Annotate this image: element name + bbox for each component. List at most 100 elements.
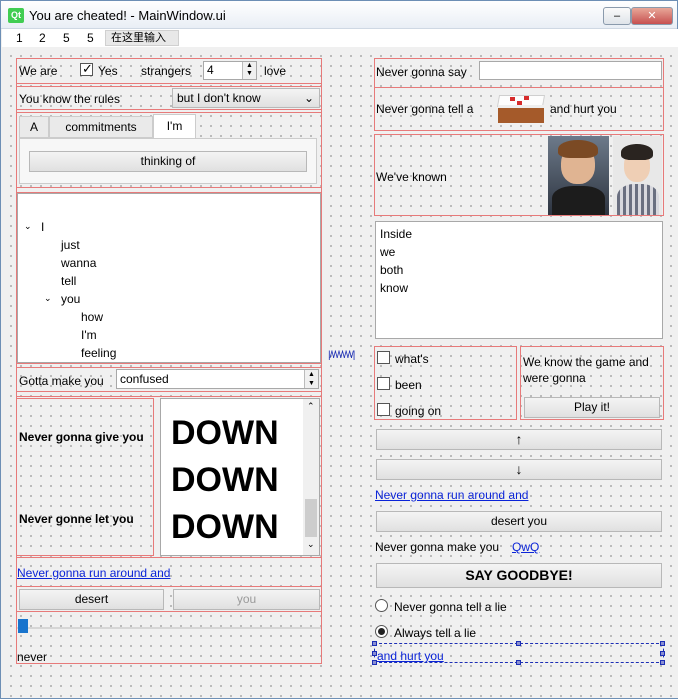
- we-are-label: We are: [19, 64, 58, 78]
- title-bar[interactable]: Qt You are cheated! - MainWindow.ui – ✕: [1, 1, 677, 29]
- going-on-label: going on: [395, 404, 442, 418]
- resize-handle[interactable]: [516, 660, 521, 665]
- menu-item-4[interactable]: 5: [87, 30, 94, 46]
- close-button[interactable]: ✕: [631, 7, 673, 25]
- say-label: Never gonna say: [376, 65, 467, 79]
- qt-logo-icon: Qt: [8, 8, 24, 23]
- tree-item[interactable]: just: [61, 238, 80, 252]
- resize-handle[interactable]: [372, 660, 377, 665]
- desert-you-button[interactable]: desert you: [376, 511, 662, 532]
- never-lie-label: Never gonna tell a lie: [394, 600, 507, 614]
- menu-item-1[interactable]: 1: [16, 30, 23, 46]
- yes-checkbox[interactable]: ✓: [80, 61, 93, 76]
- up-arrow-button[interactable]: ↑: [376, 429, 662, 450]
- menu-type-here-input[interactable]: 在这里输入: [105, 30, 179, 46]
- chevron-down-icon: ⌄: [303, 91, 314, 105]
- play-it-button[interactable]: Play it!: [524, 397, 660, 418]
- tab-a[interactable]: A: [19, 116, 49, 138]
- text-line: Inside: [380, 227, 413, 241]
- arrow-down-icon: ↓: [515, 461, 523, 477]
- spinbox-arrows-icon[interactable]: ▲ ▼: [242, 62, 256, 79]
- tree-item[interactable]: you: [61, 292, 80, 306]
- down-item[interactable]: DOWN: [171, 461, 279, 500]
- slider-track[interactable]: [17, 627, 321, 629]
- desert-button[interactable]: desert: [19, 589, 164, 610]
- tree-item[interactable]: I: [41, 220, 44, 234]
- say-input[interactable]: [479, 61, 662, 80]
- horizontal-spacer: |/\/\/\/\/\/\/|: [328, 350, 368, 364]
- tree-item[interactable]: tell: [61, 274, 76, 288]
- say-goodbye-button[interactable]: SAY GOODBYE!: [376, 563, 662, 588]
- cake-icon: [496, 89, 546, 129]
- text-line: both: [380, 263, 404, 277]
- hurt-you-link[interactable]: and hurt you: [377, 649, 444, 663]
- qwq-link[interactable]: QwQ: [512, 540, 539, 554]
- tab-im[interactable]: I'm: [153, 114, 196, 139]
- down-arrow-button[interactable]: ↓: [376, 459, 662, 480]
- text-edit[interactable]: [375, 221, 663, 339]
- central-widget: We are ✓ Yes strangers 4 ▲ ▼ love You kno…: [2, 47, 678, 698]
- resize-handle[interactable]: [660, 660, 665, 665]
- tab-commitments[interactable]: commitments: [49, 116, 153, 138]
- resize-handle[interactable]: [372, 651, 377, 656]
- resize-handle[interactable]: [372, 641, 377, 646]
- spinbox-arrows-icon[interactable]: ▲ ▼: [304, 370, 318, 388]
- vertical-scrollbar[interactable]: ⌃ ⌄: [303, 399, 319, 555]
- tell-label: Never gonna tell a: [376, 102, 474, 116]
- down-item[interactable]: DOWN: [171, 508, 279, 547]
- make-you-label: Never gonna make you: [375, 540, 500, 554]
- never-label: never: [17, 650, 48, 664]
- resize-handle[interactable]: [660, 651, 665, 656]
- minimize-icon: –: [613, 10, 621, 22]
- going-on-checkbox[interactable]: [377, 403, 390, 416]
- checkmark-icon: ✓: [82, 61, 93, 76]
- run-around-link-right[interactable]: Never gonna run around and: [375, 488, 528, 502]
- spinbox-value: 4: [207, 63, 214, 77]
- combobox-value: but I don't know: [177, 91, 261, 105]
- tree-item[interactable]: I'm: [81, 328, 97, 342]
- tree-item[interactable]: how: [81, 310, 103, 324]
- menu-item-2[interactable]: 2: [39, 30, 46, 46]
- yes-checkbox-label: Yes: [98, 64, 118, 78]
- main-window: Qt You are cheated! - MainWindow.ui – ✕ …: [0, 0, 678, 699]
- down-item[interactable]: DOWN: [171, 414, 279, 453]
- rules-label: You know the rules: [19, 92, 120, 106]
- gotta-label: Gotta make you: [19, 374, 104, 388]
- give-you-label: Never gonna give you: [19, 430, 144, 444]
- love-label: love: [264, 64, 287, 78]
- menu-bar: 1 2 5 5 在这里输入: [2, 29, 678, 47]
- tree-item[interactable]: wanna: [61, 256, 96, 270]
- menu-item-3[interactable]: 5: [63, 30, 70, 46]
- minimize-button[interactable]: –: [603, 7, 631, 25]
- strangers-label: strangers: [141, 64, 192, 78]
- never-lie-radio[interactable]: [375, 599, 388, 612]
- text-line: know: [380, 281, 409, 295]
- known-label: We've known: [376, 170, 447, 184]
- tree-item[interactable]: feeling: [81, 346, 116, 360]
- rick-photo: [548, 136, 609, 215]
- been-checkbox[interactable]: [377, 377, 390, 390]
- slider-handle[interactable]: [18, 619, 28, 633]
- arrow-up-icon: ↑: [515, 431, 523, 447]
- confused-spin-field[interactable]: confused ▲ ▼: [116, 369, 319, 389]
- you-button[interactable]: you: [173, 589, 320, 610]
- love-spinbox[interactable]: 4 ▲ ▼: [203, 61, 257, 80]
- game-label: We know the game and were gonna: [523, 355, 649, 385]
- run-around-link[interactable]: Never gonna run around and: [17, 566, 170, 580]
- whats-checkbox[interactable]: [377, 351, 390, 364]
- scroll-down-icon[interactable]: ⌄: [307, 539, 315, 550]
- whats-label: what's: [395, 352, 429, 366]
- expand-arrow-icon[interactable]: ⌄: [24, 221, 32, 232]
- always-lie-radio[interactable]: [375, 625, 388, 638]
- always-lie-label: Always tell a lie: [394, 626, 477, 640]
- spacer-spring-icon: |/\/\/\/\/\/\/|: [328, 350, 355, 361]
- scroll-up-icon[interactable]: ⌃: [307, 401, 315, 412]
- resize-handle[interactable]: [660, 641, 665, 646]
- rules-combobox[interactable]: but I don't know ⌄: [172, 88, 320, 108]
- thinking-of-button[interactable]: thinking of: [29, 151, 307, 172]
- resize-handle[interactable]: [516, 641, 521, 646]
- confused-value: confused: [120, 372, 169, 386]
- window-title: You are cheated! - MainWindow.ui: [29, 8, 226, 23]
- expand-arrow-icon[interactable]: ⌄: [44, 293, 52, 304]
- scrollbar-thumb[interactable]: [305, 499, 317, 537]
